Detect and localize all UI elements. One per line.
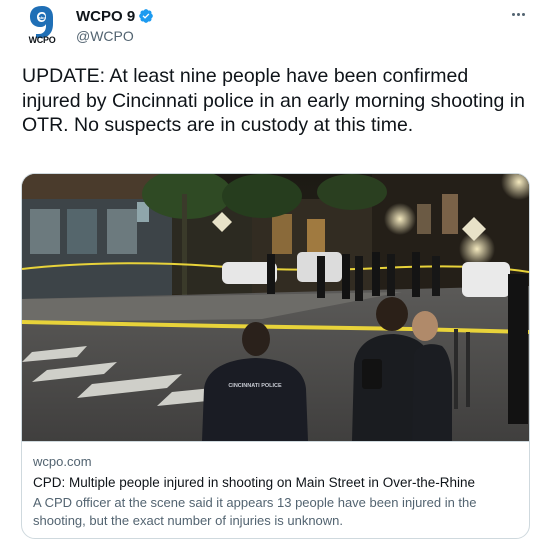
verified-badge-icon [138,8,154,24]
author-handle[interactable]: @WCPO [76,28,154,44]
tweet-text: UPDATE: At least nine people have been c… [22,65,525,136]
wcpo-abc-logo-icon: abc WCPO [29,6,56,44]
card-meta: wcpo.com CPD: Multiple people injured in… [33,453,523,530]
card-domain: wcpo.com [33,454,92,469]
police-jacket-text: CINCINNATI POLICE [228,383,282,389]
display-name[interactable]: WCPO 9 [76,8,135,25]
avatar-wordmark-text: WCPO [29,35,56,44]
avatar[interactable]: abc WCPO [22,4,62,44]
avatar-network-text: abc [39,15,47,20]
author-block: WCPO 9 @WCPO [76,6,154,44]
name-row: WCPO 9 [76,6,154,26]
tweet: abc WCPO WCPO 9 @WCPO UPDATE: At least n… [0,0,550,549]
card-divider [22,441,529,442]
card-image[interactable]: CINCINNATI POLICE [22,174,529,441]
card-description: A CPD officer at the scene said it appea… [33,495,477,528]
link-card[interactable]: CINCINNATI POLICE wcpo.com CPD: Multiple… [21,173,530,539]
more-options-button[interactable] [508,6,528,22]
more-options-icon [521,12,525,16]
card-title[interactable]: CPD: Multiple people injured in shooting… [33,474,523,492]
more-options-icon [511,12,515,16]
more-options-icon [516,12,520,16]
